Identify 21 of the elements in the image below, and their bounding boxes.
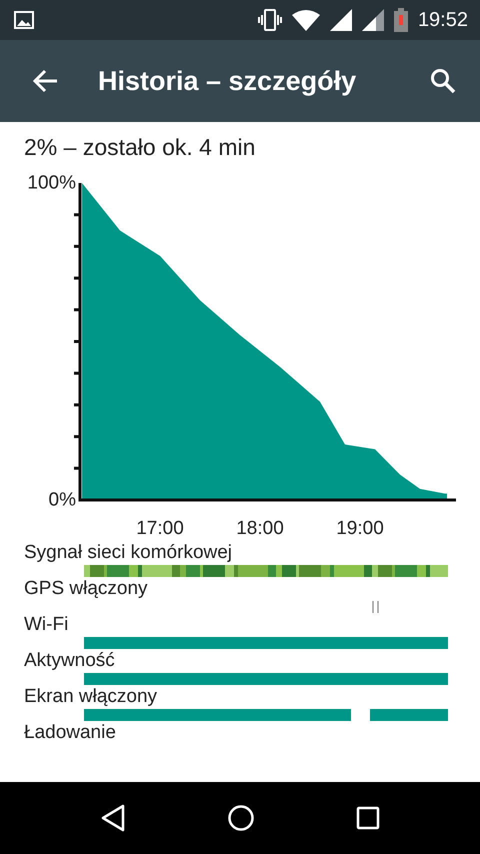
usage-label: Wi-Fi [24, 614, 70, 636]
usage-label: Sygnał sieci komórkowej [24, 542, 234, 564]
image-icon [14, 10, 34, 30]
signal-icon [330, 9, 352, 31]
usage-label: GPS włączony [24, 578, 149, 600]
usage-label: Ekran włączony [24, 686, 158, 708]
x-tick-label: 19:00 [336, 518, 384, 539]
signal-icon [362, 9, 384, 31]
battery-icon [394, 8, 408, 32]
y-tick-label: 0% [48, 490, 76, 510]
vibrate-icon [258, 9, 282, 31]
gps-marks-drawing [372, 601, 380, 613]
usage-label: Ładowanie [24, 722, 117, 744]
battery-summary: 2% – zostało ok. 4 min [24, 134, 256, 160]
y-tick-label: 100% [27, 172, 76, 194]
x-tick-label: 17:00 [136, 518, 184, 539]
x-tick-label: 18:00 [236, 518, 284, 539]
screen-title: Historia – szczegóły [98, 66, 358, 96]
status-time: 19:52 [418, 8, 468, 32]
usage-label: Aktywność [24, 650, 116, 672]
wifi-icon [292, 9, 320, 31]
